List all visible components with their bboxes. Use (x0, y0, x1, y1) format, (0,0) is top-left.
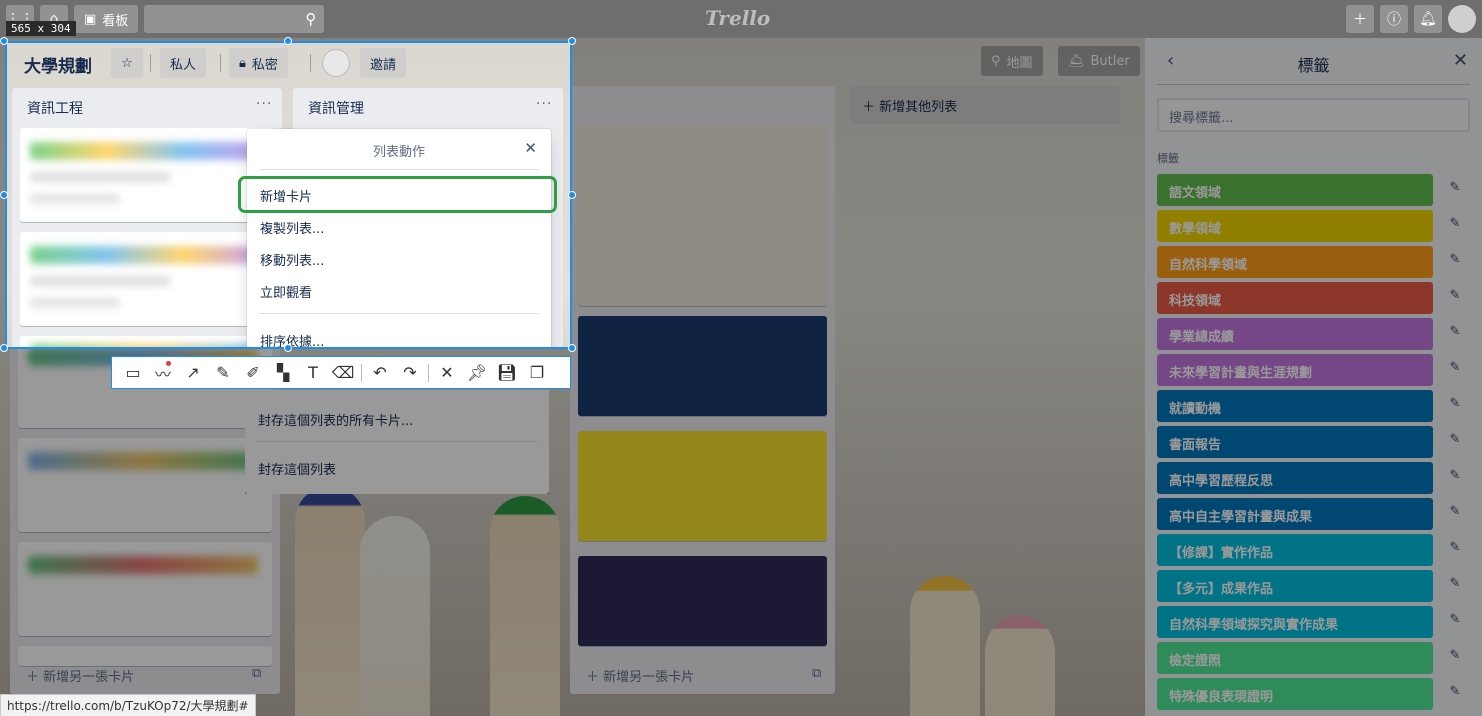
list-menu-icon[interactable]: ··· (256, 96, 272, 112)
redo-icon[interactable]: ↷ (395, 358, 425, 388)
search-icon: ⚲ (305, 10, 317, 28)
info-icon[interactable]: ⓘ (1380, 5, 1408, 33)
cancel-icon[interactable]: ✕ (432, 358, 462, 388)
list-card[interactable] (20, 232, 274, 326)
list-card[interactable] (20, 336, 274, 347)
eraser-tool-icon[interactable]: ⌫ (328, 358, 358, 388)
annotation-toolbar: ▭ 〰 ↗ ✎ ✐ ▚ T ⌫ ↶ ↷ ✕ 📌︎ 💾︎ ❐ (111, 356, 571, 389)
pen-tool-icon[interactable]: ✎ (208, 358, 238, 388)
boards-button[interactable]: ▣ 看板 (74, 5, 139, 33)
list-actions-popover: 列表動作 ✕ 新增卡片 複製列表... 移動列表... 立即觀看 排序依據... (247, 129, 551, 347)
board-title[interactable]: 大學規劃 (24, 52, 92, 77)
selection-size-label: 565 x 304 (6, 21, 76, 36)
resize-handle[interactable] (0, 37, 8, 45)
resize-handle[interactable] (284, 344, 292, 352)
avatar[interactable] (1448, 5, 1476, 33)
menu-item-copy-list[interactable]: 複製列表... (259, 211, 539, 241)
lock-icon: 🔒︎ (239, 55, 246, 71)
list-actions-popover-lower: 封存這個列表的所有卡片... 封存這個列表 (245, 390, 549, 494)
resize-handle[interactable] (0, 191, 8, 199)
resize-handle[interactable] (284, 37, 292, 45)
arrow-tool-icon[interactable]: ↗ (178, 358, 208, 388)
menu-item-watch[interactable]: 立即觀看 (259, 275, 539, 305)
trello-logo: Trello (705, 6, 771, 30)
list-title[interactable]: 資訊管理 (308, 98, 364, 118)
line-tool-icon[interactable]: 〰 (148, 358, 178, 388)
resize-handle[interactable] (568, 344, 576, 352)
resize-handle[interactable] (0, 344, 8, 352)
labels-panel: ‹ 標籤 ✕ 搜尋標籤... 標籤 語文領域 ✎ 數學領域 ✎ 自然科學領域 ✎ 科技領域 ✎… (1145, 38, 1482, 716)
rectangle-tool-icon[interactable]: ▭ (118, 358, 148, 388)
search-input[interactable]: ⚲ (144, 5, 325, 33)
mosaic-tool-icon[interactable]: ▚ (268, 358, 298, 388)
list-title[interactable]: 資訊工程 (27, 98, 83, 118)
popover-title: 列表動作 (372, 145, 425, 160)
team-visibility-button[interactable]: 私人 (160, 48, 207, 78)
privacy-button[interactable]: 🔒︎ 私密 (229, 48, 288, 78)
menu-item-move-list[interactable]: 移動列表... (259, 243, 539, 273)
pin-icon[interactable]: 📌︎ (462, 358, 492, 388)
list-card[interactable] (20, 128, 274, 222)
member-avatar[interactable] (322, 49, 350, 77)
list-column: 資訊工程 ··· (12, 88, 282, 347)
copy-icon[interactable]: ❐ (522, 358, 552, 388)
marker-tool-icon[interactable]: ✐ (238, 358, 268, 388)
resize-handle[interactable] (568, 37, 576, 45)
save-icon[interactable]: 💾︎ (492, 358, 522, 388)
highlight-annotation (238, 176, 557, 213)
menu-item-sort-by[interactable]: 排序依據... (259, 324, 539, 347)
panel-dim-overlay (1145, 38, 1482, 716)
text-tool-icon[interactable]: T (298, 358, 328, 388)
close-icon[interactable]: ✕ (524, 139, 537, 157)
undo-icon[interactable]: ↶ (365, 358, 395, 388)
resize-handle[interactable] (568, 191, 576, 199)
status-url: https://trello.com/b/TzuKOp72/大學規劃# (0, 694, 256, 716)
list-menu-icon[interactable]: ··· (536, 96, 552, 112)
create-plus-icon[interactable]: ＋ (1346, 5, 1374, 33)
top-bar: ⋮⋮ ⌂ ▣ 看板 ⚲ Trello ＋ ⓘ 🔔︎ (0, 0, 1482, 38)
screenshot-selection[interactable]: 大學規劃 ☆ 私人 🔒︎ 私密 邀請 資訊工程 ··· 資訊管理 ··· 列表動… (5, 41, 572, 349)
invite-button[interactable]: 邀請 (360, 48, 407, 78)
notification-bell-icon[interactable]: 🔔︎ (1414, 5, 1442, 33)
star-icon[interactable]: ☆ (111, 48, 143, 78)
boards-icon: ▣ (84, 11, 97, 27)
